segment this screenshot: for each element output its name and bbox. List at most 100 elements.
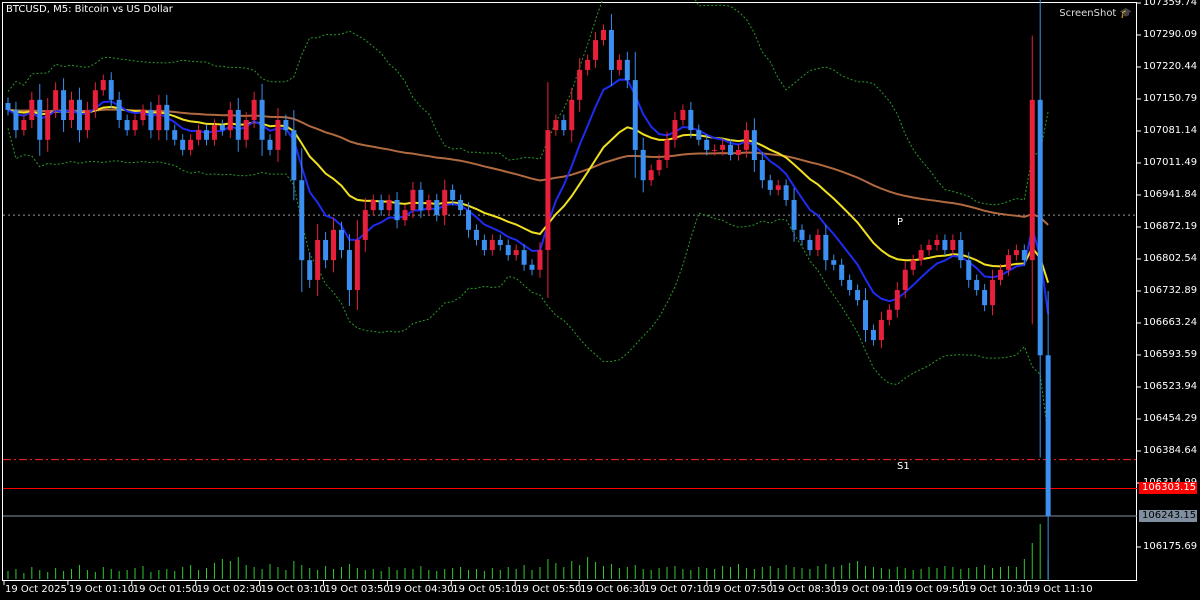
- bullish-candle: [442, 189, 448, 216]
- bearish-candle: [307, 260, 313, 280]
- x-tick-label: 19 Oct 11:10: [1027, 584, 1093, 595]
- bearish-candle: [108, 80, 114, 100]
- y-tick-label: 106663.24: [1143, 317, 1198, 328]
- bullish-candle: [140, 109, 146, 121]
- bullish-candle: [188, 139, 194, 150]
- bullish-candle: [513, 250, 519, 256]
- x-tick-label: 19 Oct 10:30: [963, 584, 1029, 595]
- ma-mid: [7, 105, 1050, 283]
- bearish-candle: [267, 139, 273, 150]
- bearish-candle: [640, 149, 646, 181]
- bearish-candle: [942, 239, 948, 251]
- bearish-candle: [235, 109, 241, 140]
- x-tick-label: 19 Oct 09:10: [835, 584, 901, 595]
- bearish-candle: [855, 290, 861, 301]
- y-tick-label: 107081.14: [1143, 125, 1198, 136]
- bullish-candle: [934, 239, 940, 246]
- bearish-candle: [847, 279, 853, 291]
- bullish-candle: [426, 199, 432, 211]
- bearish-candle: [164, 104, 170, 131]
- bullish-candle: [601, 29, 606, 41]
- bullish-candle: [720, 144, 726, 150]
- bullish-candle: [84, 109, 90, 131]
- bearish-candle: [346, 250, 352, 291]
- bullish-candle: [1005, 255, 1011, 270]
- bullish-candle: [410, 189, 416, 211]
- y-tick-label: 106802.54: [1143, 253, 1198, 264]
- bearish-candle: [5, 103, 11, 110]
- bearish-candle: [180, 139, 186, 150]
- bearish-candle: [966, 260, 972, 280]
- graduation-cap-icon: 🎓: [1119, 8, 1132, 19]
- bollinger-upper: [7, 0, 1049, 206]
- y-tick-label: 106454.29: [1143, 413, 1198, 424]
- x-tick-label: 19 Oct 06:30: [580, 584, 646, 595]
- bullish-candle: [815, 234, 821, 251]
- bearish-candle: [688, 109, 694, 131]
- bullish-candle: [593, 40, 599, 60]
- x-tick-label: 19 Oct 09:50: [899, 584, 965, 595]
- bullish-candle: [354, 239, 360, 291]
- bearish-candle: [521, 250, 527, 265]
- bearish-candle: [37, 99, 43, 140]
- bearish-candle: [783, 185, 789, 200]
- bullish-candle: [251, 99, 257, 121]
- bearish-candle: [529, 264, 535, 270]
- bearish-candle: [608, 29, 614, 70]
- y-tick-label: 106732.89: [1143, 285, 1198, 296]
- x-tick-label: 19 Oct 05:10: [452, 584, 518, 595]
- bullish-candle: [386, 199, 392, 211]
- bearish-candle: [148, 109, 154, 131]
- bearish-candle: [497, 239, 503, 246]
- bearish-candle: [378, 199, 384, 211]
- bullish-candle: [902, 269, 908, 291]
- bullish-candle: [616, 59, 622, 70]
- bullish-candle: [537, 250, 543, 270]
- chart-title: BTCUSD, M5: Bitcoin vs US Dollar: [6, 4, 173, 15]
- bearish-candle: [561, 120, 567, 131]
- screenshot-label: ScreenShot: [1059, 8, 1117, 19]
- bullish-candle: [672, 120, 678, 140]
- bullish-candle: [585, 59, 591, 70]
- x-tick-label: 19 Oct 04:30: [388, 584, 454, 595]
- bearish-candle: [291, 130, 297, 181]
- bearish-candle: [1037, 99, 1043, 356]
- bearish-candle: [807, 239, 813, 251]
- bullish-candle: [664, 139, 670, 161]
- bullish-candle: [29, 99, 35, 121]
- bearish-candle: [728, 144, 734, 155]
- bullish-candle: [910, 260, 916, 270]
- bullish-candle: [950, 239, 956, 251]
- price-tag-bid: 106303.15: [1139, 482, 1197, 495]
- x-tick-label: 19 Oct 03:10: [260, 584, 326, 595]
- price-chart[interactable]: [0, 0, 1200, 600]
- bearish-candle: [839, 264, 845, 280]
- bearish-candle: [172, 130, 178, 140]
- bearish-candle: [751, 130, 757, 161]
- bearish-candle: [394, 199, 400, 221]
- bearish-candle: [323, 239, 329, 261]
- price-tag-last: 106243.15: [1139, 510, 1197, 522]
- bullish-candle: [743, 130, 749, 150]
- bearish-candle: [704, 139, 710, 150]
- bullish-candle: [569, 99, 575, 131]
- y-tick-label: 107220.44: [1143, 61, 1198, 72]
- bearish-candle: [61, 90, 67, 121]
- screenshot-button[interactable]: ScreenShot 🎓: [1059, 8, 1132, 19]
- bearish-candle: [974, 279, 980, 291]
- level-label-S1: S1: [897, 460, 910, 472]
- bearish-candle: [418, 189, 424, 211]
- bullish-candle: [545, 130, 551, 251]
- bullish-candle: [775, 185, 781, 190]
- bearish-candle: [632, 80, 638, 150]
- bullish-candle: [553, 120, 559, 131]
- bullish-candle: [100, 80, 106, 91]
- bearish-candle: [1045, 355, 1051, 517]
- x-tick-label: 19 Oct 07:10: [644, 584, 710, 595]
- bearish-candle: [1021, 250, 1027, 261]
- bearish-candle: [982, 290, 988, 306]
- bullish-candle: [1013, 250, 1019, 256]
- bearish-candle: [831, 260, 837, 265]
- y-tick-label: 107359.74: [1143, 0, 1198, 8]
- bearish-candle: [466, 210, 472, 230]
